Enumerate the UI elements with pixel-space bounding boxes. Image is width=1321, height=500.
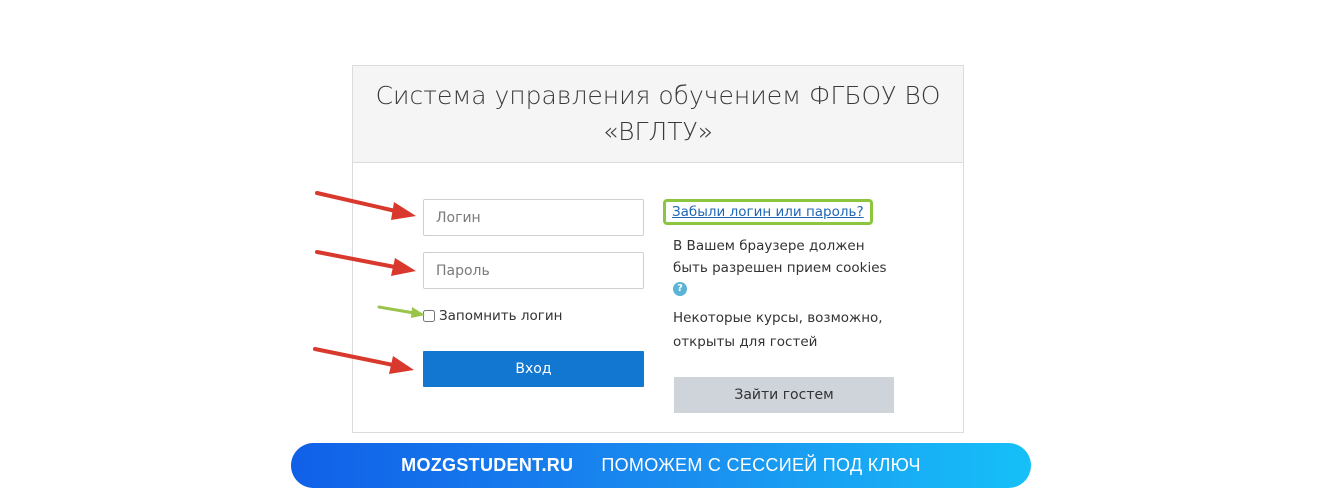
remember-label: Запомнить логин (439, 308, 563, 324)
arrow-to-login-button-icon (313, 347, 414, 374)
password-input[interactable] (423, 252, 644, 289)
page-title: Система управления обучением ФГБОУ ВО «В… (375, 81, 941, 146)
guest-login-button[interactable]: Зайти гостем (674, 377, 894, 413)
username-input[interactable] (423, 199, 644, 236)
login-button[interactable]: Вход (423, 351, 644, 387)
forgot-password-link[interactable]: Забыли логин или пароль? (663, 199, 873, 225)
banner-brand: MOZGSTUDENT.RU (401, 455, 574, 475)
promo-banner[interactable]: MOZGSTUDENT.RU ПОМОЖЕМ С СЕССИЕЙ ПОД КЛЮ… (291, 443, 1031, 488)
login-info-column: Забыли логин или пароль? В Вашем браузер… (663, 199, 933, 354)
login-card: Система управления обучением ФГБОУ ВО «В… (352, 65, 964, 433)
login-page: Система управления обучением ФГБОУ ВО «В… (0, 0, 1321, 500)
card-header: Система управления обучением ФГБОУ ВО «В… (353, 66, 963, 163)
arrow-to-password-icon (315, 250, 416, 276)
cookies-notice: В Вашем браузере должен быть разрешен пр… (673, 238, 887, 276)
question-circle-icon[interactable]: ? (673, 281, 687, 296)
arrow-to-username-icon (315, 191, 416, 220)
arrow-to-remember-icon (377, 305, 425, 318)
guest-access-notice: Некоторые курсы, возможно, открыты для г… (673, 309, 883, 350)
remember-username[interactable]: Запомнить логин (423, 308, 563, 324)
banner-slogan: ПОМОЖЕМ С СЕССИЕЙ ПОД КЛЮЧ (601, 455, 921, 475)
